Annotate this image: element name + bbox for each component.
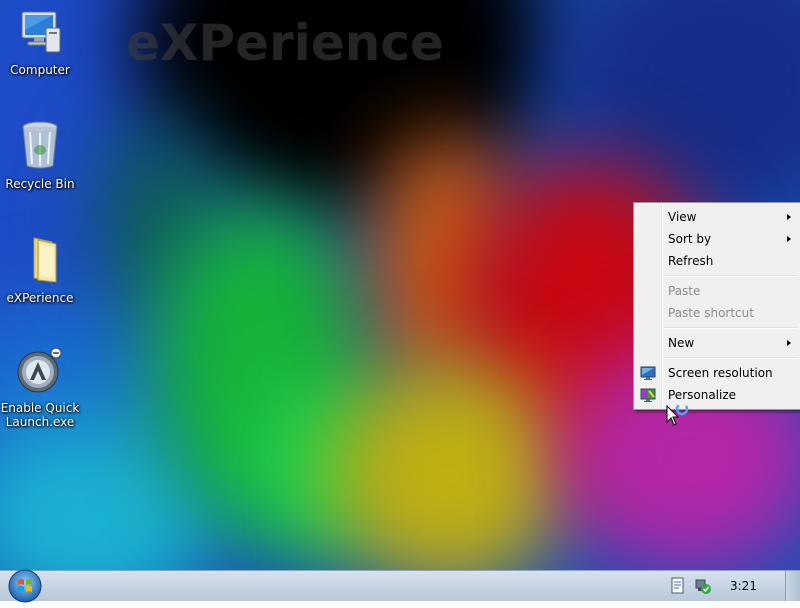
menu-item-label: Personalize (668, 388, 737, 402)
taskbar-clock[interactable]: 3:21 (730, 579, 757, 593)
show-desktop-button[interactable] (785, 571, 800, 601)
desktop-icon-computer[interactable]: Computer (0, 8, 80, 77)
desktop-icon-label: Recycle Bin (5, 177, 75, 191)
menu-item-label: Refresh (668, 254, 714, 268)
app-icon (0, 346, 80, 397)
desktop-context-menu: View Sort by Refresh Paste Paste shortcu… (633, 202, 800, 410)
menu-item-paste-shortcut: Paste shortcut (636, 302, 798, 324)
notification-icon[interactable] (670, 577, 686, 595)
mouse-cursor-icon (666, 402, 692, 433)
menu-item-label: Paste shortcut (668, 306, 754, 320)
menu-item-screen-resolution[interactable]: Screen resolution (636, 362, 798, 384)
wallpaper-watermark: eXPerience (126, 14, 444, 72)
menu-item-refresh[interactable]: Refresh (636, 250, 798, 272)
menu-item-paste: Paste (636, 280, 798, 302)
desktop-icon-recycle-bin[interactable]: Recycle Bin (0, 120, 80, 191)
personalize-icon (640, 387, 656, 403)
menu-item-sort-by[interactable]: Sort by (636, 228, 798, 250)
menu-item-new[interactable]: New (636, 332, 798, 354)
menu-separator (664, 327, 797, 329)
menu-item-personalize[interactable]: Personalize (636, 384, 798, 406)
menu-item-label: View (668, 210, 697, 224)
desktop[interactable]: eXPerience Computer Recycle Bin eXPerien… (0, 0, 800, 570)
menu-item-label: New (668, 336, 695, 350)
submenu-arrow-icon (787, 340, 791, 346)
computer-icon (0, 8, 80, 59)
network-icon[interactable] (694, 577, 712, 595)
start-button[interactable] (6, 568, 44, 604)
menu-item-label: Screen resolution (668, 366, 773, 380)
menu-separator (664, 275, 797, 277)
menu-separator (664, 357, 797, 359)
submenu-arrow-icon (787, 214, 791, 220)
submenu-arrow-icon (787, 236, 791, 242)
desktop-icon-label: Enable Quick Launch.exe (0, 401, 80, 429)
desktop-icon-enable-quick-launch[interactable]: Enable Quick Launch.exe (0, 346, 80, 429)
menu-item-label: Sort by (668, 232, 712, 246)
folder-icon (0, 234, 80, 287)
menu-item-label: Paste (668, 284, 701, 298)
desktop-icon-experience-folder[interactable]: eXPerience (0, 234, 80, 305)
desktop-icon-label: eXPerience (6, 291, 74, 305)
desktop-icon-label: Computer (10, 63, 70, 77)
menu-item-view[interactable]: View (636, 206, 798, 228)
recycle-bin-icon (0, 120, 80, 173)
screen-resolution-icon (640, 365, 656, 381)
taskbar: 3:21 (0, 568, 800, 604)
